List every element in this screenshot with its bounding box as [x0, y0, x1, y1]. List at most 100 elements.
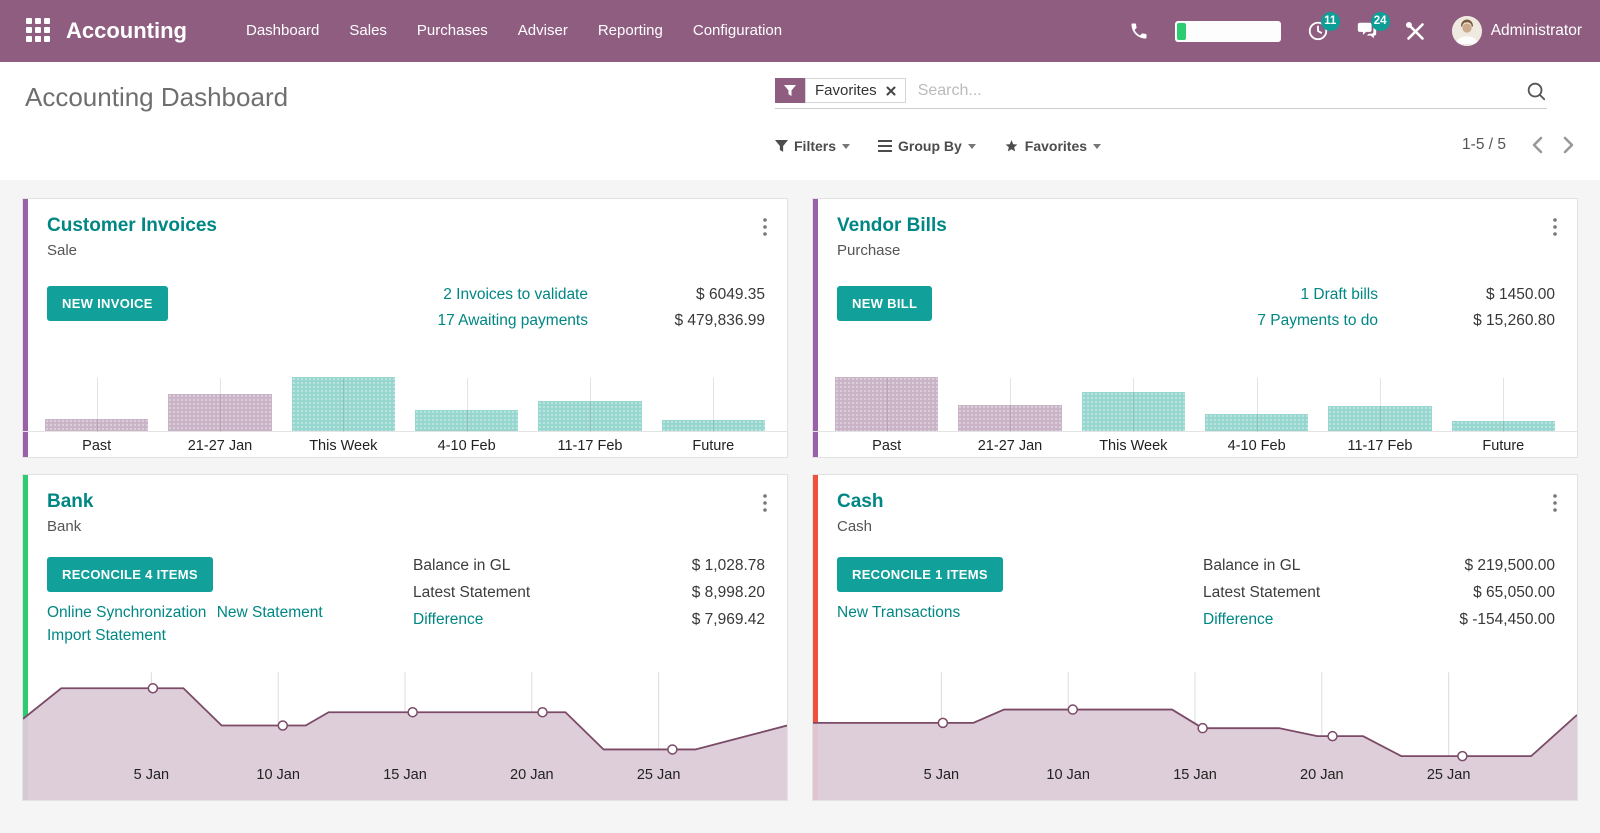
data-point-marker [1198, 724, 1207, 733]
chart-gridline [467, 378, 468, 432]
group-by-label: Group By [898, 138, 962, 154]
axis-label: 20 Jan [510, 767, 554, 783]
dashboard-cards: Customer Invoices Sale NEW INVOICE 2 Inv… [0, 180, 1600, 801]
online-synchronization-link[interactable]: Online Synchronization [47, 604, 206, 621]
chart-gridline [1503, 378, 1504, 432]
timer-bar[interactable] [1175, 21, 1281, 42]
invoices-to-validate-link[interactable]: 2 Invoices to validate [437, 286, 588, 304]
kebab-menu-icon[interactable] [759, 490, 771, 519]
kebab-menu-icon[interactable] [759, 214, 771, 243]
new-invoice-button[interactable]: NEW INVOICE [47, 286, 168, 321]
nav-item-dashboard[interactable]: Dashboard [231, 0, 334, 62]
draft-bills-link[interactable]: 1 Draft bills [1257, 286, 1378, 304]
chart-gridline [97, 378, 98, 432]
axis-label: 20 Jan [1300, 767, 1344, 783]
bar-slot: 21-27 Jan [158, 376, 281, 457]
card-title[interactable]: Customer Invoices [47, 215, 767, 237]
balance-in-gl-label: Balance in GL [413, 557, 692, 575]
message-badge: 24 [1371, 12, 1390, 31]
card-cash: Cash Cash RECONCILE 1 ITEMS New Transact… [812, 474, 1578, 801]
kebab-menu-icon[interactable] [1549, 490, 1561, 519]
nav-item-sales[interactable]: Sales [334, 0, 402, 62]
awaiting-payments-link[interactable]: 17 Awaiting payments [437, 312, 588, 330]
bar-slot: This Week [1072, 376, 1195, 457]
search-facet: Favorites [775, 78, 906, 103]
user-menu[interactable]: Administrator [1452, 16, 1582, 46]
latest-statement-amount: $ 8,998.20 [692, 584, 765, 602]
search-icon[interactable] [1525, 80, 1547, 102]
pager-previous-icon[interactable] [1532, 136, 1543, 154]
chart-gridline [1133, 378, 1134, 432]
user-name: Administrator [1491, 22, 1582, 40]
avatar [1452, 16, 1482, 46]
app-name[interactable]: Accounting [66, 18, 187, 44]
bar-label: 4-10 Feb [1195, 438, 1318, 454]
bar-chart: Past21-27 JanThis Week4-10 Feb11-17 FebF… [23, 376, 787, 457]
difference-amount: $ 7,969.42 [692, 611, 765, 629]
card-title[interactable]: Vendor Bills [837, 215, 1557, 237]
card-subtitle: Bank [47, 518, 767, 535]
bar-slot: 11-17 Feb [528, 376, 651, 457]
card-title[interactable]: Cash [837, 491, 1557, 513]
messages-menu[interactable]: 24 [1355, 20, 1379, 42]
new-bill-button[interactable]: NEW BILL [837, 286, 932, 321]
axis-label: 10 Jan [1046, 767, 1090, 783]
import-statement-link[interactable]: Import Statement [47, 627, 166, 644]
new-transactions-link[interactable]: New Transactions [837, 604, 960, 621]
data-point-marker [1328, 732, 1337, 741]
bar-slot: 21-27 Jan [948, 376, 1071, 457]
payments-to-do-link[interactable]: 7 Payments to do [1257, 312, 1378, 330]
bar-slot: Future [652, 376, 775, 457]
kebab-menu-icon[interactable] [1549, 214, 1561, 243]
favorites-dropdown[interactable]: Favorites [1004, 138, 1101, 154]
reconcile-items-button[interactable]: RECONCILE 4 ITEMS [47, 557, 213, 592]
difference-link[interactable]: Difference [413, 611, 692, 629]
bar-slot: Past [35, 376, 158, 457]
axis-label: 5 Jan [924, 767, 959, 783]
bar-label: This Week [1072, 438, 1195, 454]
bar-label: This Week [282, 438, 405, 454]
nav-item-adviser[interactable]: Adviser [503, 0, 583, 62]
nav-item-configuration[interactable]: Configuration [678, 0, 797, 62]
axis-label: 15 Jan [383, 767, 427, 783]
balance-summary: Balance in GL $ 1,028.78 Latest Statemen… [413, 557, 765, 629]
page-title: Accounting Dashboard [25, 82, 288, 113]
filters-dropdown[interactable]: Filters [775, 138, 850, 154]
activity-badge: 11 [1321, 12, 1340, 31]
pager: 1-5 / 5 [1462, 136, 1574, 154]
caret-down-icon [968, 144, 976, 149]
facet-label: Favorites [815, 82, 877, 99]
tools-icon[interactable] [1405, 21, 1426, 42]
filters-row: Filters Group By Favorites [775, 138, 1101, 154]
chart-gridline [1257, 378, 1258, 432]
card-title[interactable]: Bank [47, 491, 767, 513]
bar-slot: 4-10 Feb [1195, 376, 1318, 457]
caret-down-icon [1093, 144, 1101, 149]
apps-grid-icon[interactable] [26, 18, 52, 44]
chart-gridline [590, 378, 591, 432]
card-vendor-bills: Vendor Bills Purchase NEW BILL 1 Draft b… [812, 198, 1578, 458]
nav-item-purchases[interactable]: Purchases [402, 0, 503, 62]
card-subtitle: Purchase [837, 242, 1557, 259]
axis-label: 10 Jan [256, 767, 300, 783]
line-chart: 5 Jan10 Jan15 Jan20 Jan25 Jan [23, 667, 787, 800]
chart-gridline [220, 378, 221, 432]
bar-slot: This Week [282, 376, 405, 457]
group-by-dropdown[interactable]: Group By [878, 138, 976, 154]
balance-in-gl-label: Balance in GL [1203, 557, 1459, 575]
reconcile-items-button[interactable]: RECONCILE 1 ITEMS [837, 557, 1003, 592]
facet-remove-icon[interactable] [886, 86, 896, 96]
difference-link[interactable]: Difference [1203, 611, 1459, 629]
new-statement-link[interactable]: New Statement [217, 604, 323, 621]
data-point-marker [278, 721, 287, 730]
bill-stats: 1 Draft bills $ 1450.00 7 Payments to do… [1257, 286, 1555, 330]
activities-menu[interactable]: 11 [1307, 20, 1329, 42]
systray: 11 24 Administrator [1129, 16, 1582, 46]
bar-label: 21-27 Jan [158, 438, 281, 454]
phone-icon[interactable] [1129, 21, 1149, 41]
pager-next-icon[interactable] [1563, 136, 1574, 154]
search-input[interactable] [916, 81, 1525, 101]
nav-item-reporting[interactable]: Reporting [583, 0, 678, 62]
facet-body: Favorites [805, 78, 906, 103]
bar-label: Future [1442, 438, 1565, 454]
